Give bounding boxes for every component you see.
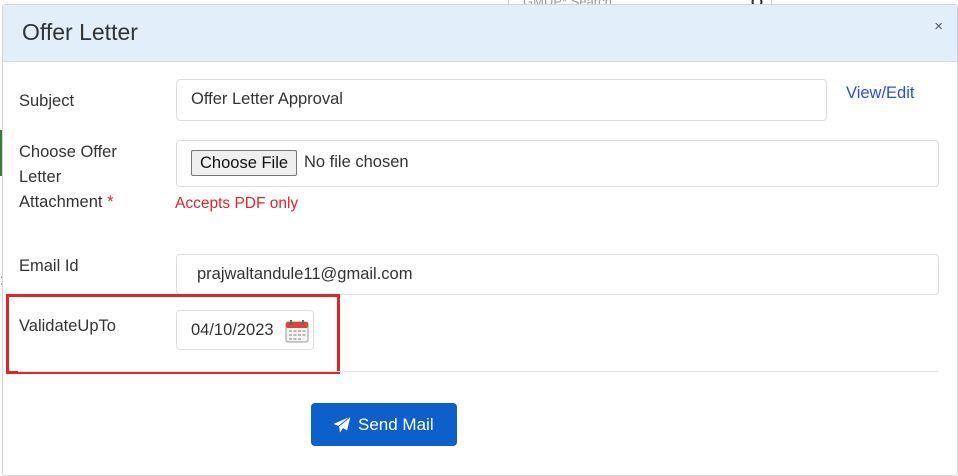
- email-field[interactable]: prajwaltandule11@gmail.com: [176, 254, 939, 295]
- pdf-only-hint: Accepts PDF only: [175, 195, 299, 212]
- send-mail-label: Send Mail: [358, 415, 434, 434]
- email-label: Email Id: [19, 257, 79, 275]
- modal-header: Offer Letter ×: [3, 5, 957, 62]
- file-input[interactable]: Choose File No file chosen: [176, 140, 939, 187]
- offer-letter-modal: Offer Letter ×: [2, 4, 958, 476]
- attachment-label-line-3: Attachment *: [19, 190, 113, 215]
- view-edit-link[interactable]: View/Edit: [846, 84, 914, 103]
- subject-value: Offer Letter Approval: [191, 90, 343, 108]
- validate-date-value: 04/10/2023: [191, 321, 274, 339]
- close-icon[interactable]: ×: [934, 18, 943, 35]
- validate-date-input[interactable]: 04/10/2023: [176, 310, 314, 350]
- choose-file-button[interactable]: Choose File: [191, 150, 298, 176]
- form-divider: [18, 371, 938, 372]
- subject-input[interactable]: Offer Letter Approval: [176, 79, 827, 121]
- attachment-label-text: Attachment: [19, 193, 103, 211]
- calendar-icon[interactable]: [285, 319, 309, 348]
- paper-plane-icon: [333, 416, 351, 438]
- email-value: prajwaltandule11@gmail.com: [197, 265, 413, 283]
- modal-title: Offer Letter: [22, 19, 138, 45]
- attachment-label-line-2: Letter: [19, 168, 62, 186]
- required-mark: *: [107, 193, 114, 211]
- validate-label: ValidateUpTo: [19, 317, 116, 335]
- attachment-label-line-1: Choose Offer: [19, 143, 117, 161]
- send-mail-button[interactable]: Send Mail: [311, 403, 457, 446]
- file-status-text: No file chosen: [304, 153, 409, 171]
- subject-label: Subject: [19, 92, 75, 110]
